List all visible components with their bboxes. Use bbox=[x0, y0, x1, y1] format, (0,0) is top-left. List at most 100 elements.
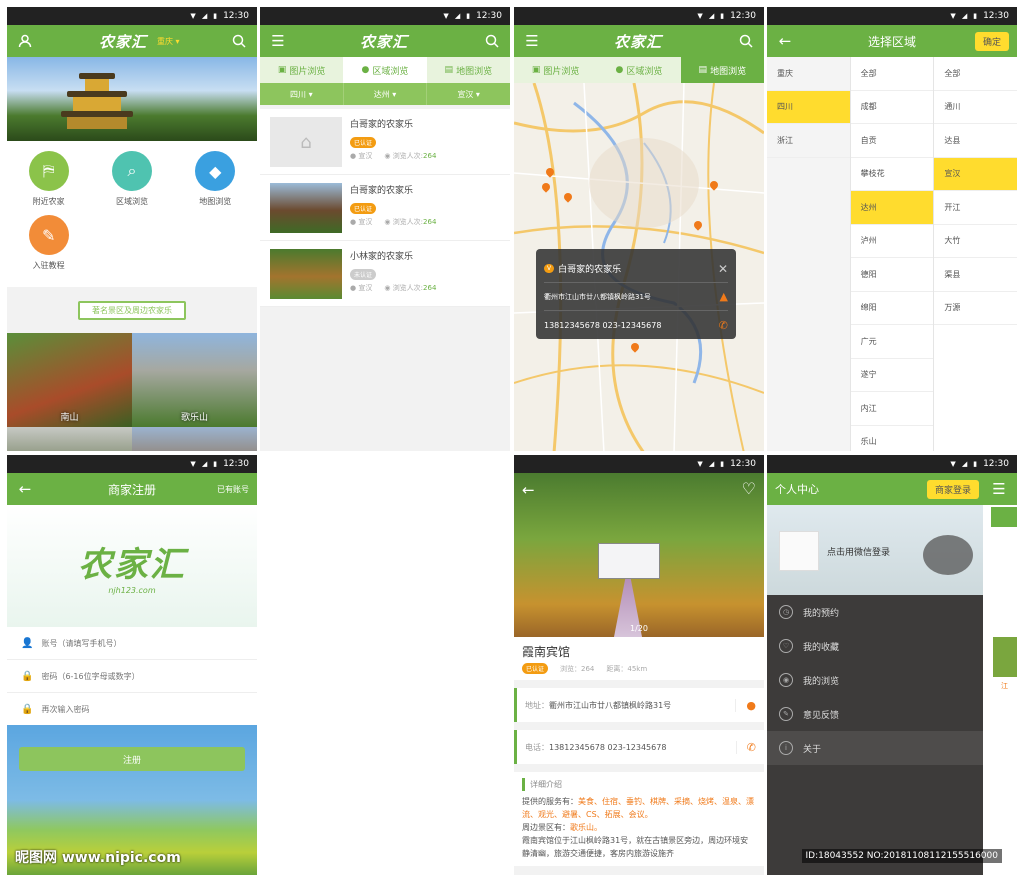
region-option[interactable]: 广元 bbox=[850, 325, 934, 359]
back-arrow-icon[interactable]: ← bbox=[522, 481, 535, 499]
repeat-password-input[interactable] bbox=[41, 704, 232, 714]
search-icon[interactable] bbox=[736, 31, 756, 51]
scenic-item[interactable]: 缙云山 bbox=[7, 427, 132, 451]
back-arrow-icon[interactable]: ← bbox=[775, 31, 795, 51]
phone-icon[interactable]: ✆ bbox=[735, 740, 756, 754]
menu-item-icon: ✎ bbox=[779, 707, 793, 721]
region-option[interactable]: 全部 bbox=[934, 57, 1017, 91]
list-item[interactable]: 小林家的农家乐 未认证 ● 宣汉 ◉ 浏览人次:264 bbox=[260, 241, 510, 307]
farm-thumbnail bbox=[270, 249, 342, 299]
scenic-item[interactable]: 歌乐山 bbox=[132, 333, 257, 427]
tab-photo[interactable]: ▣ 图片浏览 bbox=[260, 57, 343, 83]
drawer-item[interactable]: ◉ 我的浏览 bbox=[767, 663, 983, 697]
landscape-background: 注册 bbox=[7, 725, 257, 875]
region-option[interactable]: 内江 bbox=[850, 392, 934, 426]
tab-map[interactable]: ▤ 地图浏览 bbox=[427, 57, 510, 83]
region-option[interactable]: 渠县 bbox=[934, 258, 1017, 292]
scenic-item[interactable]: 金佛山神龙峡 bbox=[132, 427, 257, 451]
tab-region[interactable]: ● 区域浏览 bbox=[343, 57, 427, 83]
tab-photo[interactable]: ▣ 图片浏览 bbox=[514, 57, 597, 83]
map-canvas[interactable]: V 白哥家的农家乐 ✕ 衢州市江山市廿八都镇枫岭路31号 ▲ 138123456… bbox=[514, 83, 764, 451]
tab-map[interactable]: ▤ 地图浏览 bbox=[680, 57, 764, 83]
back-arrow-icon[interactable]: ← bbox=[15, 479, 35, 499]
filter-district[interactable]: 宣汉 ▾ bbox=[427, 83, 510, 105]
navigate-icon[interactable]: ▲ bbox=[720, 290, 728, 303]
region-option[interactable]: 德阳 bbox=[850, 258, 934, 292]
account-field: 👤 bbox=[7, 627, 257, 660]
photo-gallery[interactable]: ← ♡ 1/20 bbox=[514, 473, 764, 637]
register-button[interactable]: 注册 bbox=[19, 747, 245, 771]
status-bar: ▼ ◢ ▮ 12:30 bbox=[767, 7, 1017, 25]
merchant-login-button[interactable]: 商家登录 bbox=[926, 479, 979, 499]
phone-row[interactable]: 电话： 13812345678 023-12345678 ✆ bbox=[514, 730, 764, 764]
farm-name: 小林家的农家乐 bbox=[350, 252, 414, 262]
filter-city[interactable]: 达州 ▾ bbox=[344, 83, 428, 105]
signal-icon: ◢ bbox=[961, 460, 968, 468]
battery-icon: ▮ bbox=[213, 460, 218, 468]
region-option[interactable]: 通川 bbox=[934, 91, 1017, 124]
region-option[interactable]: 绵阳 bbox=[850, 292, 934, 325]
feature-2[interactable]: ◆ 地图浏览 bbox=[174, 151, 257, 207]
drawer-header[interactable]: 点击用微信登录 bbox=[767, 505, 983, 595]
region-option[interactable]: 达县 bbox=[934, 124, 1017, 158]
heart-icon[interactable]: ♡ bbox=[742, 479, 756, 498]
region-option[interactable]: 开江 bbox=[934, 191, 1017, 225]
phone-icon[interactable]: ✆ bbox=[719, 319, 728, 332]
phone-value: 13812345678 023-12345678 bbox=[549, 742, 667, 752]
hero-banner[interactable] bbox=[7, 57, 257, 141]
region-option[interactable]: 四川 bbox=[767, 90, 850, 124]
side-drawer: 点击用微信登录 ◷ 我的预约 ♡ 我的收藏 ◉ 我的浏览 ✎ 意见反馈 i 关于 bbox=[767, 505, 983, 875]
region-option[interactable]: 达州 bbox=[850, 191, 934, 225]
filter-province[interactable]: 四川 ▾ bbox=[260, 83, 344, 105]
region-option[interactable]: 泸州 bbox=[850, 225, 934, 258]
confirm-button[interactable]: 确定 bbox=[974, 31, 1009, 51]
list-item[interactable]: 白哥家的农家乐 已认证 ● 宣汉 ◉ 浏览人次:264 bbox=[260, 175, 510, 241]
drawer-item[interactable]: ♡ 我的收藏 bbox=[767, 629, 983, 663]
has-account-link[interactable]: 已有账号 bbox=[217, 484, 249, 495]
user-icon[interactable] bbox=[15, 31, 35, 51]
feature-3[interactable]: ✎ 入驻教程 bbox=[7, 215, 90, 271]
feature-grid: ⛿ 附近农家 ⌕ 区域浏览 ◆ 地图浏览 ✎ 入驻教程 bbox=[7, 141, 257, 287]
close-icon[interactable]: ✕ bbox=[718, 262, 728, 276]
clock: 12:30 bbox=[223, 459, 249, 469]
feature-0[interactable]: ⛿ 附近农家 bbox=[7, 151, 90, 207]
farm-name: 白哥家的农家乐 bbox=[350, 186, 414, 196]
feature-1[interactable]: ⌕ 区域浏览 bbox=[90, 151, 173, 207]
drawer-item[interactable]: i 关于 bbox=[767, 731, 983, 765]
location-icon[interactable]: ● bbox=[735, 698, 756, 712]
region-option[interactable]: 遂宁 bbox=[850, 359, 934, 392]
wechat-login-link[interactable]: 点击用微信登录 bbox=[827, 545, 890, 558]
region-option[interactable]: 浙江 bbox=[767, 124, 850, 158]
drawer-item[interactable]: ◷ 我的预约 bbox=[767, 595, 983, 629]
password-input[interactable] bbox=[41, 671, 232, 681]
menu-icon[interactable]: ☰ bbox=[989, 479, 1009, 499]
avatar[interactable] bbox=[779, 531, 819, 571]
detail-header: 霞南宾馆 已认证 浏览：264 距离：45km bbox=[514, 637, 764, 680]
app-bar: ← 选择区域 确定 bbox=[767, 25, 1017, 57]
search-icon[interactable] bbox=[229, 31, 249, 51]
drawer-item[interactable]: ✎ 意见反馈 bbox=[767, 697, 983, 731]
region-option[interactable]: 自贡 bbox=[850, 124, 934, 158]
search-icon[interactable] bbox=[482, 31, 502, 51]
account-input[interactable] bbox=[41, 638, 232, 648]
app-bar: 个人中心 商家登录 ☰ bbox=[767, 473, 1017, 505]
address-row[interactable]: 地址： 衢州市江山市廿八都镇枫岭路31号 ● bbox=[514, 688, 764, 722]
region-option[interactable]: 攀枝花 bbox=[850, 158, 934, 191]
tab-region[interactable]: ● 区域浏览 bbox=[597, 57, 680, 83]
region-option[interactable]: 成都 bbox=[850, 91, 934, 124]
region-option[interactable]: 大竹 bbox=[934, 225, 1017, 258]
scenic-item[interactable]: 南山 bbox=[7, 333, 132, 427]
menu-icon[interactable]: ☰ bbox=[268, 31, 288, 51]
list-item[interactable]: ⌂ 白哥家的农家乐 已认证 ● 宣汉 ◉ 浏览人次:264 bbox=[260, 109, 510, 175]
region-option[interactable]: 乐山 bbox=[851, 426, 934, 452]
map-popup[interactable]: V 白哥家的农家乐 ✕ 衢州市江山市廿八都镇枫岭路31号 ▲ 138123456… bbox=[536, 249, 736, 339]
region-option[interactable]: 万源 bbox=[934, 292, 1017, 325]
region-option[interactable]: 宣汉 bbox=[934, 157, 1017, 191]
status-bar: ▼ ◢ ▮ 12:30 bbox=[514, 455, 764, 473]
city-selector[interactable]: 重庆 ▾ bbox=[157, 36, 180, 47]
scenic-grid: 南山歌乐山缙云山金佛山神龙峡黑山谷四面山仙女山黄水森林公园巫山小三峡 bbox=[7, 333, 257, 451]
region-option[interactable]: 重庆 bbox=[767, 57, 850, 91]
wifi-icon: ▼ bbox=[697, 460, 703, 468]
region-option[interactable]: 全部 bbox=[850, 57, 934, 91]
menu-icon[interactable]: ☰ bbox=[522, 31, 542, 51]
